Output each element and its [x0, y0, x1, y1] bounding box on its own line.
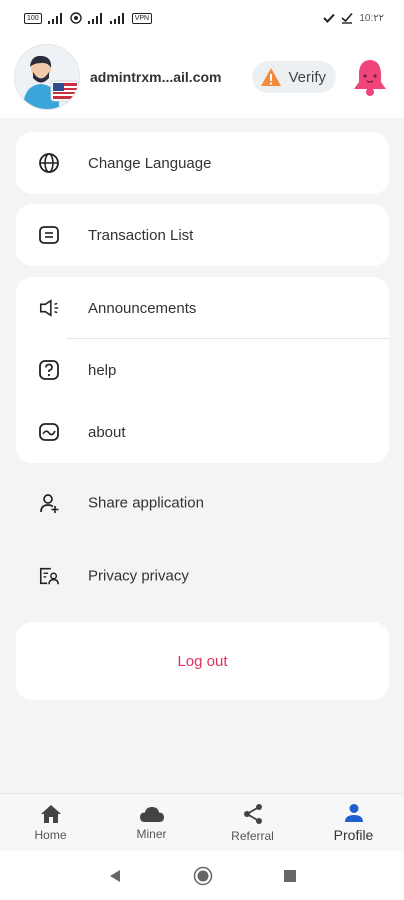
list-icon [38, 224, 60, 246]
record-icon [69, 12, 82, 24]
about-icon [38, 421, 60, 443]
about-item[interactable]: about [16, 401, 389, 463]
announcements-item[interactable]: Announcements [16, 277, 389, 339]
add-user-icon [38, 492, 60, 514]
home-icon [40, 804, 61, 823]
signal-icon [47, 12, 62, 24]
bell-icon [354, 60, 386, 96]
status-bar: 100 VPN 10:۲۲ [0, 0, 404, 36]
warning-icon [261, 68, 282, 86]
battery-indicator: 100 [24, 12, 42, 24]
transaction-list-card[interactable]: Transaction List [16, 204, 389, 266]
nav-profile[interactable]: Profile [303, 794, 404, 851]
cloud-icon [139, 806, 164, 822]
vpn-indicator: VPN [131, 12, 153, 24]
announcements-label: Announcements [88, 299, 197, 317]
nav-home-label: Home [34, 827, 67, 842]
logout-label: Log out [177, 652, 228, 670]
avatar[interactable] [14, 44, 80, 110]
help-label: help [88, 361, 117, 379]
user-email: admintrxm...ail.com [90, 69, 222, 85]
nav-referral[interactable]: Referral [202, 794, 303, 851]
nav-miner[interactable]: Miner [101, 794, 202, 851]
change-language-card[interactable]: Change Language [16, 132, 389, 194]
recents-icon[interactable] [283, 869, 297, 883]
logout-button[interactable]: Log out [16, 622, 389, 700]
avatar-image [15, 45, 79, 109]
nav-miner-label: Miner [136, 826, 167, 841]
download-check-icon [341, 12, 353, 24]
bottom-nav: Home Miner Referral Profile [0, 793, 404, 851]
nav-home[interactable]: Home [0, 794, 101, 851]
change-language-label: Change Language [88, 154, 212, 172]
privacy-icon [38, 565, 60, 587]
person-icon [344, 803, 363, 822]
privacy-item[interactable]: Privacy privacy [16, 545, 389, 607]
privacy-label: Privacy privacy [88, 567, 189, 585]
help-item[interactable]: help [16, 339, 389, 401]
status-left: 100 VPN [24, 12, 153, 24]
transaction-list-item[interactable]: Transaction List [16, 204, 389, 266]
clock: 10:۲۲ [359, 12, 384, 24]
signal-2-icon [87, 12, 102, 24]
verify-label: Verify [288, 68, 326, 86]
check-icon [323, 13, 336, 23]
about-label: about [88, 423, 126, 441]
share-application-label: Share application [88, 494, 204, 512]
system-nav-bar [0, 851, 404, 900]
profile-header: admintrxm...ail.com Verify [0, 36, 404, 118]
megaphone-icon [38, 297, 60, 319]
back-icon[interactable] [107, 868, 123, 884]
change-language-item[interactable]: Change Language [16, 132, 389, 194]
verify-button[interactable]: Verify [252, 61, 336, 93]
help-icon [38, 359, 60, 381]
nav-profile-label: Profile [333, 826, 374, 843]
status-right: 10:۲۲ [323, 12, 384, 24]
signal-3-icon [109, 12, 124, 24]
share-icon [243, 803, 262, 824]
info-card: Announcements help about [16, 277, 389, 463]
share-application-item[interactable]: Share application [16, 472, 389, 534]
globe-icon [38, 152, 60, 174]
home-circle-icon[interactable] [193, 866, 213, 886]
notification-button[interactable] [350, 55, 390, 99]
nav-referral-label: Referral [231, 828, 274, 843]
transaction-list-label: Transaction List [88, 226, 194, 244]
